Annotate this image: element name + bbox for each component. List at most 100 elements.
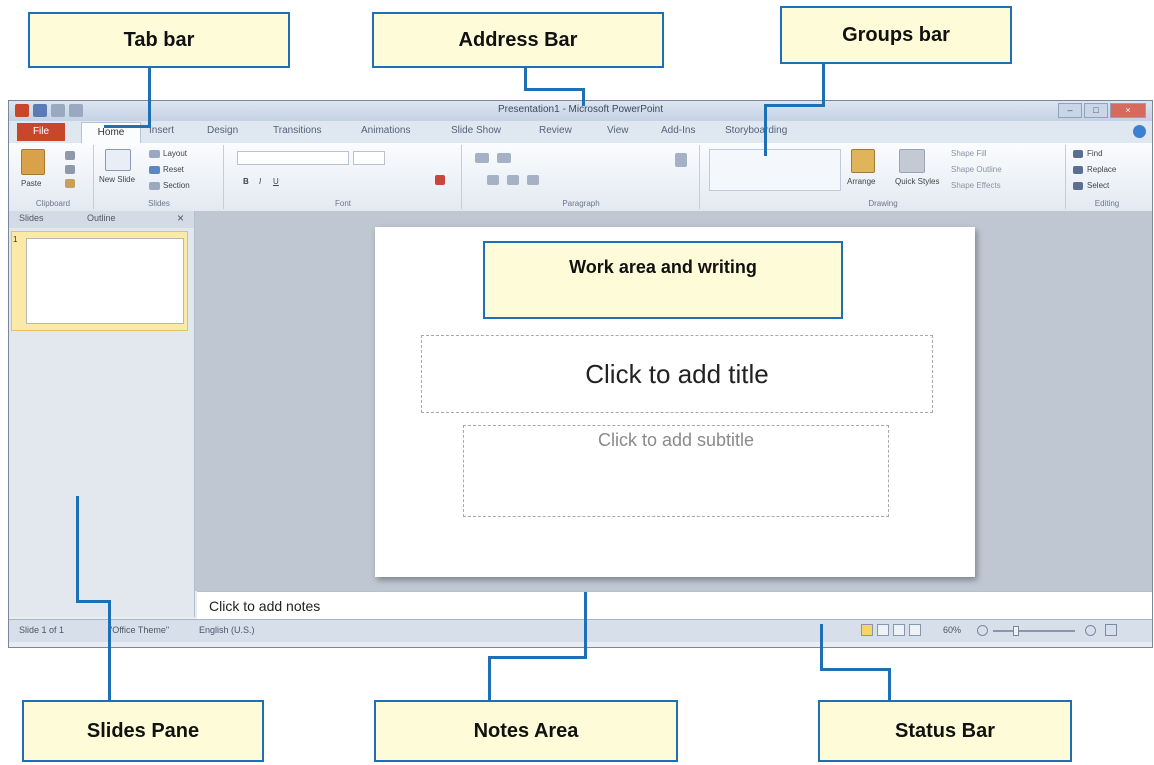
groups-bar-callout-label: Groups bar: [842, 23, 950, 46]
font-color-icon[interactable]: [435, 175, 445, 185]
bold-icon[interactable]: B: [243, 177, 249, 186]
cut-icon[interactable]: [65, 151, 75, 160]
shapes-gallery[interactable]: [709, 149, 841, 191]
group-paragraph: Paragraph: [463, 145, 700, 209]
group-label-paragraph: Paragraph: [562, 199, 600, 208]
arrange-button[interactable]: Arrange: [847, 177, 875, 186]
group-label-slides: Slides: [148, 199, 170, 208]
slide-thumbnail[interactable]: [26, 238, 184, 324]
shape-outline-button[interactable]: Shape Outline: [951, 165, 1002, 174]
align-right-icon[interactable]: [527, 175, 539, 185]
reset-button[interactable]: Reset: [163, 165, 184, 174]
reading-view-icon[interactable]: [893, 624, 905, 636]
status-bar: Slide 1 of 1 "Office Theme" English (U.S…: [9, 619, 1152, 642]
slides-pane-tabs: Slides Outline ×: [9, 211, 194, 228]
status-slide-count: Slide 1 of 1: [19, 625, 65, 635]
title-placeholder-text: Click to add title: [585, 358, 769, 389]
replace-button[interactable]: Replace: [1087, 165, 1116, 174]
group-drawing: Arrange Quick Styles Shape Fill Shape Ou…: [701, 145, 1066, 209]
align-left-icon[interactable]: [487, 175, 499, 185]
notes-area-callout-label: Notes Area: [473, 719, 579, 742]
quick-styles-button[interactable]: Quick Styles: [895, 177, 939, 186]
group-label-clipboard: Clipboard: [35, 199, 71, 208]
shape-effects-button[interactable]: Shape Effects: [951, 181, 1001, 190]
notes-area[interactable]: Click to add notes: [197, 591, 1152, 619]
replace-icon: [1073, 166, 1083, 174]
group-slides: New Slide Layout Reset Section Slides: [95, 145, 224, 209]
status-language[interactable]: English (U.S.): [199, 625, 255, 635]
slide-thumbnail-selected[interactable]: [11, 231, 188, 331]
group-label-drawing: Drawing: [868, 199, 898, 208]
find-button[interactable]: Find: [1087, 149, 1103, 158]
fit-to-window-icon[interactable]: [1105, 624, 1117, 636]
font-name-input[interactable]: [237, 151, 349, 165]
tab-animations[interactable]: Animations: [361, 125, 410, 136]
close-icon[interactable]: ×: [1110, 103, 1146, 118]
title-placeholder[interactable]: Click to add title: [421, 335, 933, 413]
slide-canvas[interactable]: Work area and writing Click to add title…: [375, 227, 975, 577]
address-bar-callout-label: Address Bar: [458, 28, 578, 51]
close-pane-icon[interactable]: ×: [177, 211, 184, 225]
reset-icon: [149, 166, 160, 174]
group-clipboard: Paste Clipboard: [13, 145, 94, 209]
subtitle-placeholder[interactable]: Click to add subtitle: [463, 425, 889, 517]
normal-view-icon[interactable]: [861, 624, 873, 636]
tab-slide-show[interactable]: Slide Show: [451, 125, 501, 136]
find-icon: [1073, 150, 1083, 158]
minimize-icon[interactable]: –: [1058, 103, 1082, 118]
copy-icon[interactable]: [65, 165, 75, 174]
tab-review[interactable]: Review: [539, 125, 572, 136]
work-area-callout-label: Work area and writing: [569, 257, 757, 277]
format-painter-icon[interactable]: [65, 179, 75, 188]
zoom-level[interactable]: 60%: [943, 625, 961, 635]
text-direction-icon[interactable]: [675, 153, 687, 167]
tab-bar: File Home Insert Design Transitions Anim…: [9, 121, 1152, 143]
font-size-input[interactable]: [353, 151, 385, 165]
section-icon: [149, 182, 160, 190]
zoom-slider-thumb[interactable]: [1013, 626, 1019, 636]
powerpoint-window: Presentation1 - Microsoft PowerPoint – □…: [8, 100, 1153, 648]
group-label-editing: Editing: [1094, 199, 1120, 208]
zoom-in-icon[interactable]: [1085, 625, 1096, 636]
tab-file[interactable]: File: [17, 123, 65, 141]
tab-outline[interactable]: Outline: [87, 213, 116, 223]
tab-bar-callout: Tab bar: [28, 12, 290, 68]
tab-design[interactable]: Design: [207, 125, 238, 136]
status-theme[interactable]: "Office Theme": [109, 625, 169, 635]
quick-styles-icon[interactable]: [899, 149, 925, 173]
tab-transitions[interactable]: Transitions: [273, 125, 322, 136]
bullets-icon[interactable]: [475, 153, 489, 163]
select-button[interactable]: Select: [1087, 181, 1109, 190]
tab-slides[interactable]: Slides: [19, 213, 44, 223]
section-button[interactable]: Section: [163, 181, 190, 190]
work-area-callout: Work area and writing: [483, 241, 843, 319]
status-bar-callout-label: Status Bar: [894, 719, 996, 742]
arrange-icon[interactable]: [851, 149, 875, 173]
paste-icon[interactable]: [21, 149, 45, 175]
layout-button[interactable]: Layout: [163, 149, 187, 158]
numbering-icon[interactable]: [497, 153, 511, 163]
maximize-icon[interactable]: □: [1084, 103, 1108, 118]
zoom-out-icon[interactable]: [977, 625, 988, 636]
slide-sorter-icon[interactable]: [877, 624, 889, 636]
underline-icon[interactable]: U: [273, 177, 279, 186]
help-icon[interactable]: [1133, 125, 1146, 138]
tab-add-ins[interactable]: Add-Ins: [661, 125, 695, 136]
align-center-icon[interactable]: [507, 175, 519, 185]
select-icon: [1073, 182, 1083, 190]
notes-area-callout: Notes Area: [374, 700, 678, 762]
slideshow-view-icon[interactable]: [909, 624, 921, 636]
new-slide-button[interactable]: New Slide: [99, 175, 135, 184]
layout-icon: [149, 150, 160, 158]
tab-view[interactable]: View: [607, 125, 629, 136]
italic-icon[interactable]: I: [259, 177, 261, 186]
shape-fill-button[interactable]: Shape Fill: [951, 149, 987, 158]
tab-insert[interactable]: Insert: [149, 125, 174, 136]
status-bar-callout: Status Bar: [818, 700, 1072, 762]
paste-button[interactable]: Paste: [21, 179, 41, 188]
new-slide-icon[interactable]: [105, 149, 131, 171]
window-title: Presentation1 - Microsoft PowerPoint: [497, 104, 664, 115]
tab-storyboarding[interactable]: Storyboarding: [725, 125, 787, 136]
zoom-slider[interactable]: [993, 630, 1075, 632]
group-editing: Find Replace Select Editing: [1067, 145, 1147, 209]
